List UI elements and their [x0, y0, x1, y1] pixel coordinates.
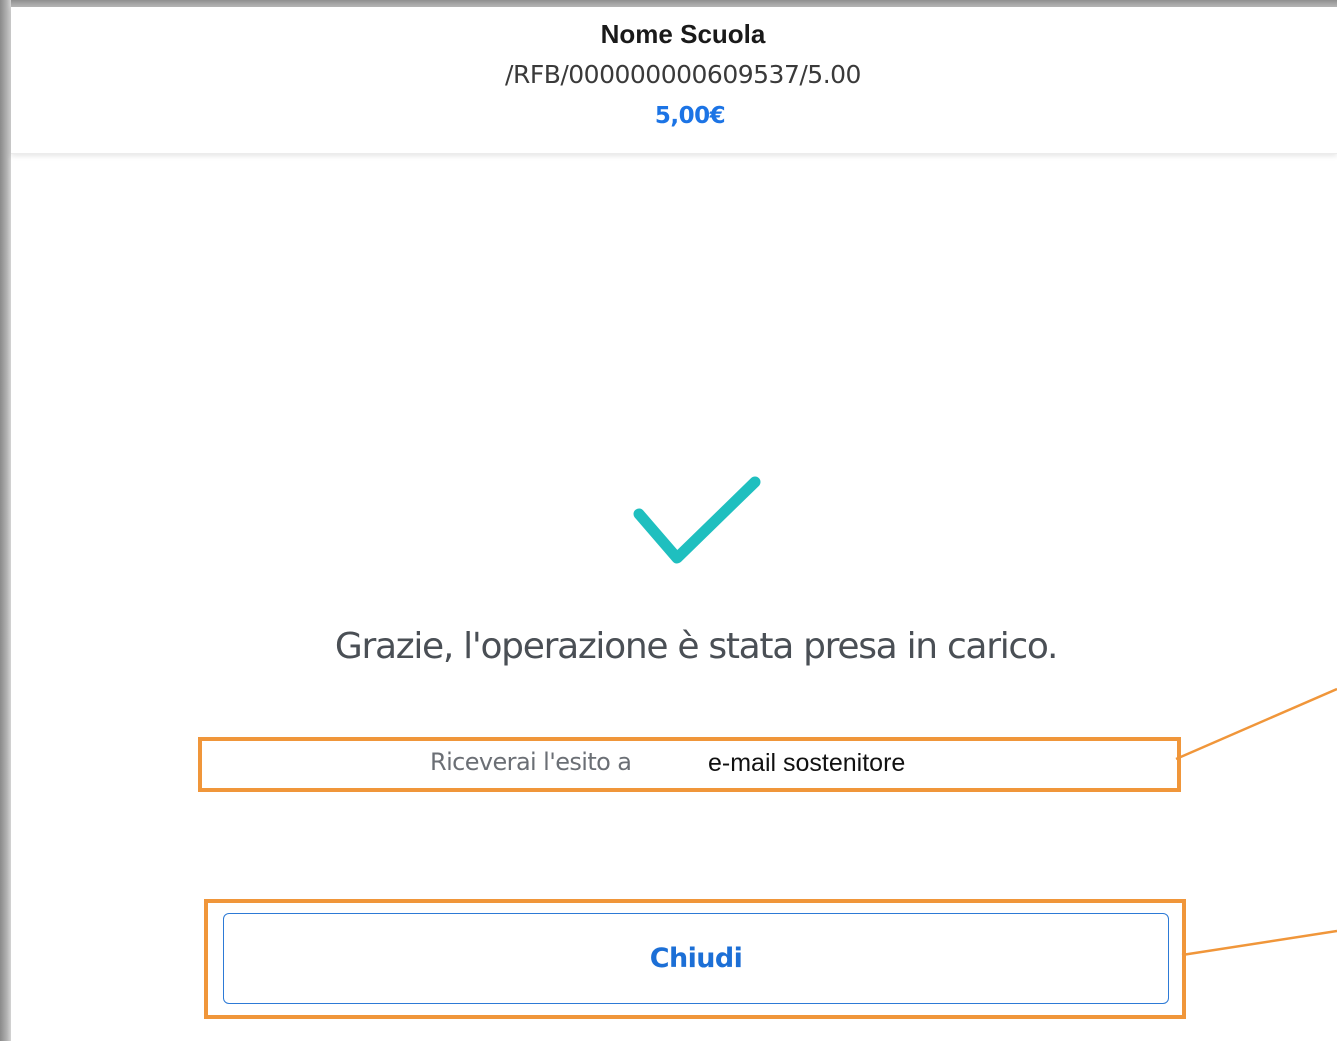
window-frame-top: [0, 0, 1337, 7]
window-frame-left: [0, 0, 11, 1041]
close-button-highlight: Chiudi: [204, 899, 1186, 1019]
email-callout-line: [1175, 687, 1337, 761]
email-notice-value: e-mail sostenitore: [708, 749, 906, 777]
email-notice-label: Riceverai l'esito a: [430, 748, 632, 776]
payment-amount: 5,00€: [654, 103, 726, 129]
payment-header: Nome Scuola /RFB/000000000609537/5.00 5,…: [11, 7, 1337, 154]
payment-reference: /RFB/000000000609537/5.00: [505, 60, 861, 89]
close-callout-line: [1181, 929, 1337, 957]
school-name: Nome Scuola: [600, 19, 766, 49]
close-button[interactable]: Chiudi: [223, 913, 1169, 1004]
checkmark-icon: [633, 476, 761, 564]
confirmation-message: Grazie, l'operazione è stata presa in ca…: [334, 626, 1059, 667]
email-notice-highlight: Riceverai l'esito a e-mail sostenitore: [198, 737, 1181, 792]
